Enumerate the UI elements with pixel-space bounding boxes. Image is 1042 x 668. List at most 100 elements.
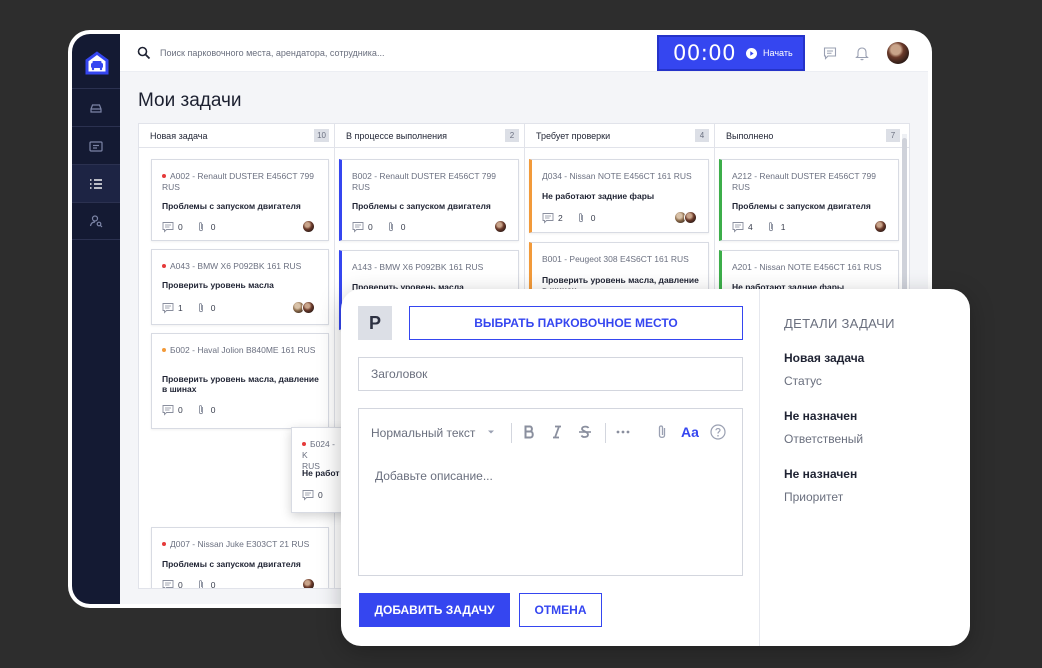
card-vehicle: Б002 - Haval Jolion B840ME 161 RUS [170,345,316,355]
priority-dot [302,441,306,446]
column-new: Новая задача 10 А002 - Renault DUSTER E4… [139,124,335,588]
comment-count: 0 [368,222,373,232]
editor-toolbar: Нормальный текст Aa [359,409,742,455]
comment-count: 1 [178,303,183,313]
car-icon [90,103,102,113]
task-title-input[interactable] [358,357,743,391]
card-vehicle: А143 - BMW X6 P092BK 161 RUS [352,262,484,272]
column-header: Новая задача 10 [139,124,334,148]
card-title: Проверить уровень масла, давление в шина… [162,374,319,394]
card-title: Проверить уровень масла [162,280,274,290]
card-title: Не работают задние фары [542,191,655,201]
paperclip-icon [578,213,583,223]
task-card[interactable]: А043 - BMW X6 P092BK 161 RUS Проверить у… [151,249,329,325]
attach-button[interactable] [654,424,670,440]
card-vehicle: А002 - Renault DUSTER E456CT 799 RUS [162,171,314,192]
column-title: В процессе выполнения [346,131,447,141]
column-header: Требует проверки 4 [525,124,714,148]
assignee-value[interactable]: Не назначен [784,409,857,423]
card-title: Проблемы с запуском двигателя [162,201,301,211]
card-vehicle: А212 - Renault DUSTER E456CT 799 RUS [732,171,876,192]
timer-widget[interactable]: 00:00 Начать [657,35,805,71]
garage-logo-icon[interactable] [84,50,110,76]
list-icon [90,178,102,189]
comment-icon [302,490,314,501]
card-vehicle: Д007 - Nissan Juke E303CT 21 RUS [170,539,310,549]
task-card[interactable]: Д007 - Nissan Juke E303CT 21 RUS Проблем… [151,527,329,589]
cancel-button[interactable]: ОТМЕНА [519,593,602,627]
sidebar-item-tasks[interactable] [72,164,120,202]
task-form: P ВЫБРАТЬ ПАРКОВОЧНОЕ МЕСТО Нормальный т… [341,289,760,646]
card-title: Не работ [302,468,340,478]
assignee-avatar [302,578,315,588]
bell-icon[interactable] [855,45,869,61]
more-options-button[interactable] [615,424,631,440]
id-card-icon [89,140,103,152]
sidebar-item-tenants[interactable] [72,126,120,164]
task-card[interactable]: Д034 - Nissan NOTE E456CT 161 RUS Не раб… [529,159,709,233]
task-card[interactable]: А212 - Renault DUSTER E456CT 799 RUS Про… [719,159,899,241]
description-input[interactable]: Добавьте описание... [375,469,493,483]
column-count-badge: 7 [886,129,900,142]
topbar: 00:00 Начать [120,34,928,72]
search-input[interactable] [160,43,480,63]
attachment-count: 0 [210,580,216,589]
paperclip-icon [388,222,393,232]
more-horizontal-icon [616,430,630,434]
strikethrough-button[interactable] [577,424,593,440]
toolbar-divider [605,423,606,443]
help-button[interactable] [710,424,726,440]
strikethrough-icon [579,425,591,438]
column-count-badge: 4 [695,129,709,142]
paperclip-icon [658,425,666,439]
comment-count: 2 [558,213,563,223]
bold-button[interactable] [521,424,537,440]
priority-dot [162,541,166,546]
timer-start-button[interactable]: Начать [763,48,793,58]
comment-icon [352,222,364,233]
chevron-down-icon [488,430,494,434]
parking-badge: P [358,306,392,340]
font-size-button[interactable]: Aa [681,424,699,440]
paperclip-icon [198,303,203,313]
add-task-button[interactable]: ДОБАВИТЬ ЗАДАЧУ [359,593,510,627]
priority-label: Приоритет [784,490,844,504]
assignee-avatar [302,220,315,233]
bold-icon [524,425,534,439]
comment-count: 0 [178,405,183,415]
task-card[interactable]: Б002 - Haval Jolion B840ME 161 RUS Прове… [151,333,329,429]
attachment-count: 0 [210,303,216,313]
choose-parking-button[interactable]: ВЫБРАТЬ ПАРКОВОЧНОЕ МЕСТО [409,306,743,340]
task-card[interactable]: А002 - Renault DUSTER E456CT 799 RUS Про… [151,159,329,241]
card-title: Проблемы с запуском двигателя [162,559,301,569]
paperclip-icon [198,580,203,588]
text-style-select[interactable]: Нормальный текст [371,426,475,440]
italic-icon [553,425,561,439]
sidebar-item-parking[interactable] [72,88,120,126]
priority-dot [162,173,166,178]
modal-divider [759,289,760,646]
sidebar-item-employees[interactable] [72,202,120,240]
description-editor: Нормальный текст Aa Добавьте описание... [358,408,743,576]
timer-display: 00:00 [673,41,737,65]
task-card[interactable]: В002 - Renault DUSTER E456CT 799 RUS Про… [339,159,519,241]
attachment-count: 0 [590,213,596,223]
card-vehicle: А043 - BMW X6 P092BK 161 RUS [170,261,302,271]
details-heading: ДЕТАЛИ ЗАДАЧИ [784,316,895,331]
column-count-badge: 2 [505,129,519,142]
priority-value[interactable]: Не назначен [784,467,857,481]
attachment-count: 0 [210,222,216,232]
page-title: Мои задачи [138,90,242,111]
status-value[interactable]: Новая задача [784,351,864,365]
assignee-avatar [302,301,315,314]
assignee-avatar [874,220,887,233]
status-label: Статус [784,374,822,388]
comment-icon [162,405,174,416]
assignee-avatar [684,211,697,224]
italic-button[interactable] [549,424,565,440]
paperclip-icon [768,222,773,232]
column-header: В процессе выполнения 2 [335,124,524,148]
user-avatar[interactable] [887,42,909,64]
chat-icon[interactable] [823,46,837,60]
column-count-badge: 10 [314,129,329,142]
